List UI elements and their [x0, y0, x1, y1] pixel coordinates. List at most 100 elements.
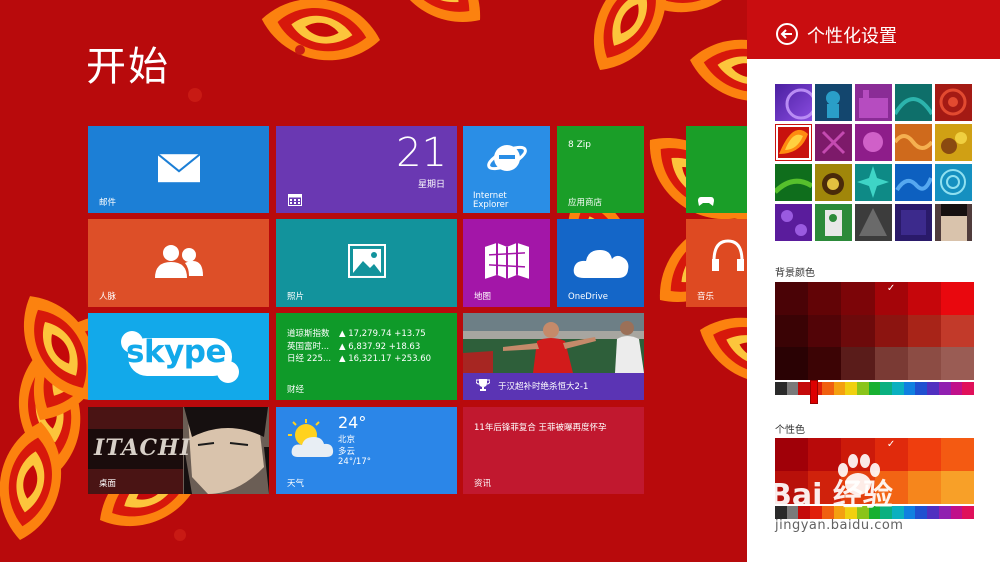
start-screen-title: 开始 [86, 44, 170, 90]
background-hue-thumb[interactable] [810, 380, 818, 404]
accent-color-grid: ✓ [775, 438, 974, 504]
accent-hue-slider[interactable] [775, 506, 974, 519]
color-swatch[interactable] [808, 471, 842, 504]
color-swatch[interactable] [808, 347, 842, 380]
pattern-option[interactable] [815, 204, 852, 241]
color-swatch[interactable] [775, 471, 809, 504]
ie-label-line2: Explorer [473, 200, 509, 210]
background-color-grid: ✓ [775, 282, 974, 380]
internet-explorer-icon [487, 145, 527, 171]
color-swatch[interactable] [841, 438, 875, 471]
pattern-option[interactable] [855, 124, 892, 161]
color-swatch[interactable] [874, 314, 908, 348]
headphones-icon [712, 239, 744, 271]
pattern-option[interactable] [775, 164, 812, 201]
desktop-tile[interactable]: ITACHI 桌面 [88, 407, 269, 494]
news-tile-label: 资讯 [474, 479, 492, 489]
pattern-option[interactable] [855, 204, 892, 241]
pattern-option[interactable] [895, 84, 932, 121]
panel-header: 个性化设置 [747, 0, 1000, 59]
pattern-option-selected[interactable] [775, 124, 812, 161]
color-swatch[interactable] [841, 282, 875, 315]
pattern-option[interactable] [815, 164, 852, 201]
skype-tile[interactable]: skype [88, 313, 269, 400]
partly-cloudy-icon [288, 419, 334, 457]
people-tile[interactable]: 人脉 [88, 219, 269, 307]
weather-condition: 多云 [338, 447, 356, 457]
people-tile-label: 人脉 [99, 292, 117, 302]
map-icon [484, 242, 529, 279]
color-swatch-selected[interactable]: ✓ [874, 282, 908, 315]
store-top-app: 8 Zip [568, 140, 591, 150]
pattern-option[interactable] [935, 204, 972, 241]
people-icon [154, 244, 203, 278]
finance-tile-label: 财经 [287, 385, 305, 395]
back-button[interactable] [776, 23, 798, 45]
color-swatch[interactable] [907, 282, 941, 315]
sports-caption: 于汉超补时绝杀恒大2-1 [498, 382, 589, 392]
color-swatch[interactable] [808, 438, 842, 471]
color-swatch[interactable] [841, 347, 875, 380]
mail-tile-label: 邮件 [99, 198, 117, 208]
pattern-option[interactable] [855, 84, 892, 121]
personalize-panel: 个性化设置 背景颜色 ✓ 个性色 ✓ [747, 0, 1000, 562]
finance-tile[interactable]: 道琼斯指数 ▲ 17,279.74 +13.75 英国富时... ▲ 6,837.9… [276, 313, 457, 400]
color-swatch[interactable] [874, 347, 908, 380]
maps-tile-label: 地图 [474, 292, 492, 302]
internet-explorer-tile[interactable]: Internet Explorer [463, 126, 550, 213]
pattern-option[interactable] [895, 164, 932, 201]
color-swatch[interactable] [940, 282, 974, 315]
color-swatch[interactable] [907, 471, 941, 504]
music-tile[interactable]: 音乐 [686, 219, 747, 307]
color-swatch-selected[interactable]: ✓ [874, 438, 908, 471]
trophy-icon [476, 379, 490, 391]
desktop-art-text: ITACHI [94, 435, 192, 461]
background-color-label: 背景颜色 [775, 268, 815, 279]
weather-range: 24°/17° [338, 457, 371, 467]
finance-row: 道琼斯指数 ▲ 17,279.74 +13.75 英国富时... ▲ 6,837.9… [287, 329, 432, 364]
pattern-option[interactable] [935, 84, 972, 121]
color-swatch[interactable] [874, 471, 908, 504]
mail-tile[interactable]: 邮件 [88, 126, 269, 213]
weather-tile-label: 天气 [287, 479, 305, 489]
pattern-option[interactable] [775, 84, 812, 121]
pattern-option[interactable] [895, 124, 932, 161]
background-hue-slider[interactable] [775, 382, 974, 395]
calendar-weekday: 星期日 [417, 180, 445, 190]
mail-icon [156, 152, 201, 182]
color-swatch[interactable] [841, 471, 875, 504]
background-pattern-grid [775, 84, 972, 241]
calendar-tile[interactable]: 21 星期日 [276, 126, 457, 213]
news-tile[interactable]: 11年后锋菲复合 王菲被曝再度怀孕 资讯 [463, 407, 644, 494]
color-swatch[interactable] [940, 438, 974, 471]
pattern-option[interactable] [935, 164, 972, 201]
news-headline: 11年后锋菲复合 王菲被曝再度怀孕 [474, 423, 607, 433]
skype-wordmark: skype [126, 334, 227, 370]
pattern-option[interactable] [775, 204, 812, 241]
color-swatch[interactable] [808, 314, 842, 348]
weather-tile[interactable]: 24° 北京 多云 24°/17° 天气 [276, 407, 457, 494]
pattern-option[interactable] [815, 124, 852, 161]
color-swatch[interactable] [940, 471, 974, 504]
store-tile[interactable]: 8 Zip 应用商店 [557, 126, 644, 213]
color-swatch[interactable] [907, 347, 941, 380]
photos-tile[interactable]: 照片 [276, 219, 457, 307]
color-swatch[interactable] [841, 314, 875, 348]
color-swatch[interactable] [940, 347, 974, 380]
pattern-option[interactable] [815, 84, 852, 121]
color-swatch[interactable] [940, 314, 974, 348]
color-swatch[interactable] [775, 282, 809, 315]
color-swatch[interactable] [775, 438, 809, 471]
pattern-option[interactable] [935, 124, 972, 161]
color-swatch[interactable] [907, 438, 941, 471]
xbox-games-tile[interactable] [686, 126, 747, 213]
color-swatch[interactable] [775, 347, 809, 380]
sports-tile[interactable]: 于汉超补时绝杀恒大2-1 [463, 313, 644, 400]
maps-tile[interactable]: 地图 [463, 219, 550, 307]
onedrive-tile[interactable]: OneDrive [557, 219, 644, 307]
pattern-option[interactable] [895, 204, 932, 241]
color-swatch[interactable] [775, 314, 809, 348]
color-swatch[interactable] [907, 314, 941, 348]
color-swatch[interactable] [808, 282, 842, 315]
pattern-option[interactable] [855, 164, 892, 201]
